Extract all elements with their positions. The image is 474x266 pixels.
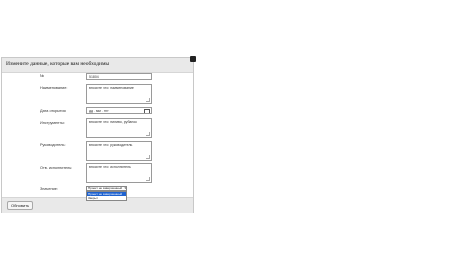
tools-textarea[interactable]: вносите что: пиливо, рубанок — [86, 118, 152, 138]
save-button[interactable]: Обновить — [7, 201, 34, 210]
head-label: Руководитель: — [40, 143, 66, 147]
date-label: Дата открытия — [40, 109, 66, 113]
responsible-label: Отв. исполнитель: — [40, 166, 73, 170]
status-label: Значение: — [40, 187, 58, 191]
date-input-text: дд . мм . гггг — [89, 109, 109, 113]
tools-label: Инструменты: — [40, 121, 65, 125]
chevron-down-icon: ▾ — [124, 186, 126, 190]
head-textarea[interactable]: вносите что: руководитель — [86, 141, 152, 161]
name-label: Наименование: — [40, 86, 68, 90]
close-icon[interactable] — [190, 56, 196, 62]
dialog-title-bar: Измените данные, которые вам необходимы — [2, 56, 196, 73]
status-dropdown: Проект не завершенный Закрыт — [86, 191, 127, 201]
calendar-icon[interactable] — [144, 109, 150, 113]
id-field[interactable]: 51804 — [86, 73, 152, 80]
status-select-value: Проект не завершенный — [88, 186, 123, 190]
status-option[interactable]: Закрыт — [87, 196, 126, 200]
date-input[interactable]: дд . мм . гггг — [86, 107, 152, 114]
name-textarea[interactable]: вносите что: наименование — [86, 84, 152, 104]
dialog-title: Измените данные, которые вам необходимы — [6, 61, 110, 67]
id-label: № — [40, 74, 45, 78]
responsible-textarea[interactable]: вносите что: исполнитель — [86, 163, 152, 183]
